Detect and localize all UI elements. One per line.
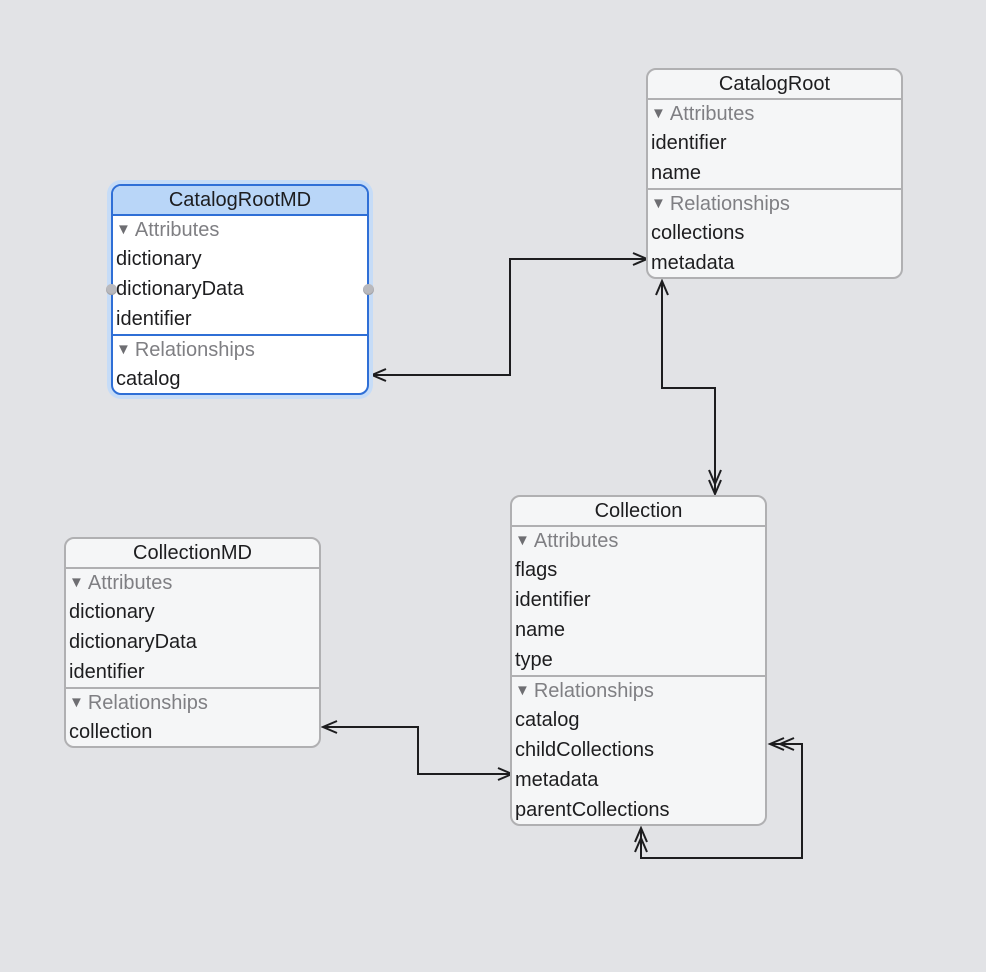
relationships-section-header[interactable]: ▼ Relationships — [66, 689, 319, 717]
attribute-row[interactable]: dictionaryData — [66, 627, 319, 657]
disclosure-triangle-icon[interactable]: ▼ — [116, 336, 131, 364]
attribute-row[interactable]: dictionaryData — [113, 274, 367, 304]
disclosure-triangle-icon[interactable]: ▼ — [515, 527, 530, 555]
arrowhead-parentcollections-1 — [634, 825, 648, 843]
arrowhead-to-catalogroot — [655, 278, 669, 296]
connector-catalogroot-collection[interactable] — [661, 281, 716, 494]
relationships-section-header[interactable]: ▼ Relationships — [512, 677, 765, 705]
arrowhead-to-collection-many-1 — [708, 479, 722, 497]
disclosure-triangle-icon[interactable]: ▼ — [651, 190, 666, 218]
attribute-row[interactable]: identifier — [648, 128, 901, 158]
relationships-section-header[interactable]: ▼ Relationships — [648, 190, 901, 218]
entity-collectionmd[interactable]: CollectionMD ▼ Attributes dictionary dict… — [64, 537, 321, 748]
attribute-row[interactable]: flags — [512, 555, 765, 585]
attribute-row[interactable]: identifier — [113, 304, 367, 334]
disclosure-triangle-icon[interactable]: ▼ — [69, 689, 84, 717]
arrowhead-to-collectionmd — [320, 720, 338, 734]
relationship-row[interactable]: catalog — [512, 705, 765, 735]
relationship-row[interactable]: collections — [648, 218, 901, 248]
resize-handle-right[interactable] — [363, 284, 374, 295]
attributes-section-header[interactable]: ▼ Attributes — [512, 527, 765, 555]
entity-title[interactable]: Collection — [512, 497, 765, 527]
arrowhead-to-catalogrootmd — [369, 368, 387, 382]
entity-catalogroot[interactable]: CatalogRoot ▼ Attributes identifier name … — [646, 68, 903, 279]
arrowhead-to-collection-many-2 — [708, 469, 722, 487]
arrowhead-parentcollections-2 — [634, 835, 648, 853]
connector-collectionmd-collection[interactable] — [323, 726, 512, 775]
relationship-row[interactable]: catalog — [113, 364, 367, 393]
attributes-section-header[interactable]: ▼ Attributes — [66, 569, 319, 597]
resize-handle-left[interactable] — [106, 284, 117, 295]
disclosure-triangle-icon[interactable]: ▼ — [116, 216, 131, 244]
disclosure-triangle-icon[interactable]: ▼ — [69, 569, 84, 597]
attribute-row[interactable]: name — [512, 615, 765, 645]
relationship-row[interactable]: childCollections — [512, 735, 765, 765]
attribute-row[interactable]: identifier — [66, 657, 319, 687]
attributes-section-header[interactable]: ▼ Attributes — [648, 100, 901, 128]
entity-catalogrootmd[interactable]: CatalogRootMD ▼ Attributes dictionary dic… — [111, 184, 369, 395]
attribute-row[interactable]: type — [512, 645, 765, 675]
disclosure-triangle-icon[interactable]: ▼ — [651, 100, 666, 128]
disclosure-triangle-icon[interactable]: ▼ — [515, 677, 530, 705]
model-graph-canvas[interactable]: CatalogRootMD ▼ Attributes dictionary dic… — [0, 0, 986, 972]
attribute-row[interactable]: identifier — [512, 585, 765, 615]
relationship-row[interactable]: collection — [66, 717, 319, 746]
arrowhead-childcollections-2 — [777, 737, 795, 751]
attribute-row[interactable]: dictionary — [66, 597, 319, 627]
relationship-row[interactable]: metadata — [648, 248, 901, 277]
entity-title[interactable]: CatalogRoot — [648, 70, 901, 100]
relationship-row[interactable]: metadata — [512, 765, 765, 795]
entity-title[interactable]: CollectionMD — [66, 539, 319, 569]
attribute-row[interactable]: name — [648, 158, 901, 188]
entity-title[interactable]: CatalogRootMD — [113, 186, 367, 216]
attribute-row[interactable]: dictionary — [113, 244, 367, 274]
relationship-row[interactable]: parentCollections — [512, 795, 765, 824]
attributes-section-header[interactable]: ▼ Attributes — [113, 216, 367, 244]
arrowhead-childcollections-1 — [767, 737, 785, 751]
arrowhead-to-catalogroot-metadata — [632, 252, 650, 266]
relationships-section-header[interactable]: ▼ Relationships — [113, 336, 367, 364]
entity-collection[interactable]: Collection ▼ Attributes flags identifier … — [510, 495, 767, 826]
connector-catalogrootmd-catalogroot[interactable] — [372, 258, 647, 376]
